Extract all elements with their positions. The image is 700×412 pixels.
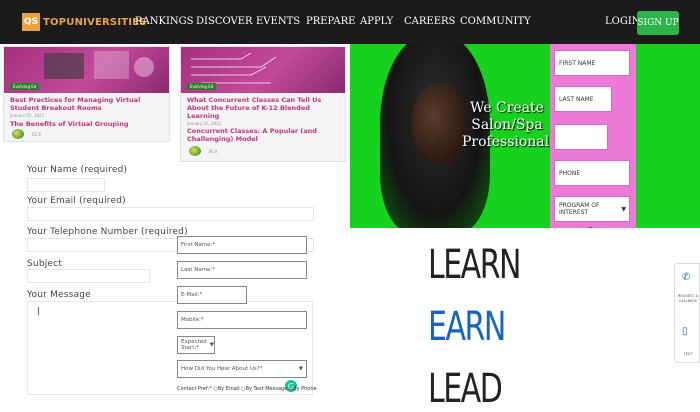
qs-logo-mark: QS <box>22 13 40 31</box>
mobile-icon[interactable]: ▯ <box>682 326 688 337</box>
subject-field[interactable] <box>27 269 150 283</box>
email-field[interactable]: E-Mail:* <box>177 286 247 304</box>
chevron-down-icon: ▼ <box>621 205 626 213</box>
referral-source-select[interactable]: How Did You Hear About Us?* ▼ <box>177 360 307 378</box>
mobile-field[interactable]: Mobile:* <box>177 311 307 329</box>
chevron-down-icon: ▼ <box>298 366 303 372</box>
program-select-label: PROGRAM OF INTEREST <box>559 202 600 216</box>
author-name: CL S <box>32 132 41 137</box>
nav-prepare[interactable]: PREPARE <box>306 16 355 27</box>
first-name-field[interactable]: FIRST NAME <box>554 50 630 76</box>
radio-email-label: By Email <box>217 386 240 392</box>
lead-word: LEAD <box>428 366 503 412</box>
article-title[interactable]: What Concurrent Classes Can Tell Us Abou… <box>187 96 342 120</box>
contact-preference: Contact Pref:* ○By Email ○By Text Messag… <box>177 386 317 392</box>
expected-start-select[interactable]: Expected Start:* ▼ <box>177 336 215 354</box>
text-caret <box>38 307 39 315</box>
topuniversities-logo[interactable]: QS TOPUNIVERSITIES <box>22 13 147 31</box>
login-link[interactable]: LOGIN <box>605 16 641 27</box>
nav-apply[interactable]: APPLY <box>360 16 393 27</box>
earn-word: EARN <box>428 304 506 350</box>
article-subtitle[interactable]: Concurrent Classes: A Popular (and Chall… <box>187 127 342 143</box>
author-name: PL A <box>209 149 218 154</box>
subject-label: Subject <box>27 259 63 269</box>
phone-icon[interactable]: ✆ <box>682 272 690 283</box>
author-avatar <box>12 129 24 139</box>
first-name-field[interactable]: First Name:* <box>177 236 307 254</box>
chevron-down-icon: ▼ <box>209 342 214 348</box>
banner-form-panel: FIRST NAME LAST NAME PHONE PROGRAM OF IN… <box>550 44 636 228</box>
last-name-field[interactable]: LAST NAME <box>554 86 612 112</box>
callback-widget[interactable]: ✆ REQUEST A CALLBACK ▯ TEXT <box>674 263 700 363</box>
email-label: Your Email (required) <box>27 196 126 206</box>
category-tag: Evolving Ed <box>187 83 217 90</box>
last-name-field[interactable]: Last Name:* <box>177 261 307 279</box>
article-title[interactable]: Best Practices for Managing Virtual Stud… <box>10 96 160 112</box>
article-date: January 26, 2021 <box>187 121 222 126</box>
contact-preference-label: Contact Pref:* <box>177 386 212 392</box>
nav-community[interactable]: COMMUNITY <box>460 16 531 27</box>
nav-discover[interactable]: DISCOVER <box>196 16 253 27</box>
article-subtitle[interactable]: The Benefits of Virtual Grouping <box>10 120 160 128</box>
phone-field[interactable]: PHONE <box>554 160 630 186</box>
request-callback-label: REQUEST A CALLBACK <box>677 294 699 303</box>
message-label: Your Message <box>27 290 91 300</box>
article-date: January 05, 2021 <box>10 113 45 118</box>
nav-careers[interactable]: CAREERS <box>404 16 455 27</box>
name-label: Your Name (required) <box>27 165 128 175</box>
learn-word: LEARN <box>428 242 521 288</box>
radio-text-label: By Text Message <box>245 386 288 392</box>
author-avatar <box>189 146 201 156</box>
salon-banner: We Create Salon/Spa Professionals FIRST … <box>350 44 700 228</box>
referral-source-label: How Did You Hear About Us?* <box>181 366 263 372</box>
email-field[interactable] <box>554 124 608 150</box>
signup-button[interactable]: SIGN UP <box>637 11 679 35</box>
model-face <box>412 84 467 164</box>
text-label: TEXT <box>683 352 693 356</box>
email-field[interactable] <box>27 207 314 221</box>
radio-phone-label: By Phone <box>293 386 317 392</box>
nav-events[interactable]: EVENTS <box>256 16 300 27</box>
phone-label: Your Telephone Number (required) <box>27 227 188 237</box>
expected-start-label: Expected Start:* <box>181 339 207 351</box>
article-card[interactable]: Evolving Ed Best Practices for Managing … <box>3 46 170 142</box>
name-field[interactable] <box>27 178 105 192</box>
program-select[interactable]: PROGRAM OF INTEREST ▼ <box>554 196 630 222</box>
category-tag: Evolving Ed <box>10 83 40 90</box>
logo-wordmark: TOPUNIVERSITIES <box>43 16 147 28</box>
banner-tagline: We Create Salon/Spa Professionals <box>462 100 557 150</box>
top-navigation-bar: QS TOPUNIVERSITIES RANKINGS DISCOVER EVE… <box>0 0 700 44</box>
learn-earn-lead-section: LEARN EARN LEAD <box>350 228 700 412</box>
nav-rankings[interactable]: RANKINGS <box>135 16 194 27</box>
article-card[interactable]: Evolving Ed What Concurrent Classes Can … <box>180 46 346 162</box>
